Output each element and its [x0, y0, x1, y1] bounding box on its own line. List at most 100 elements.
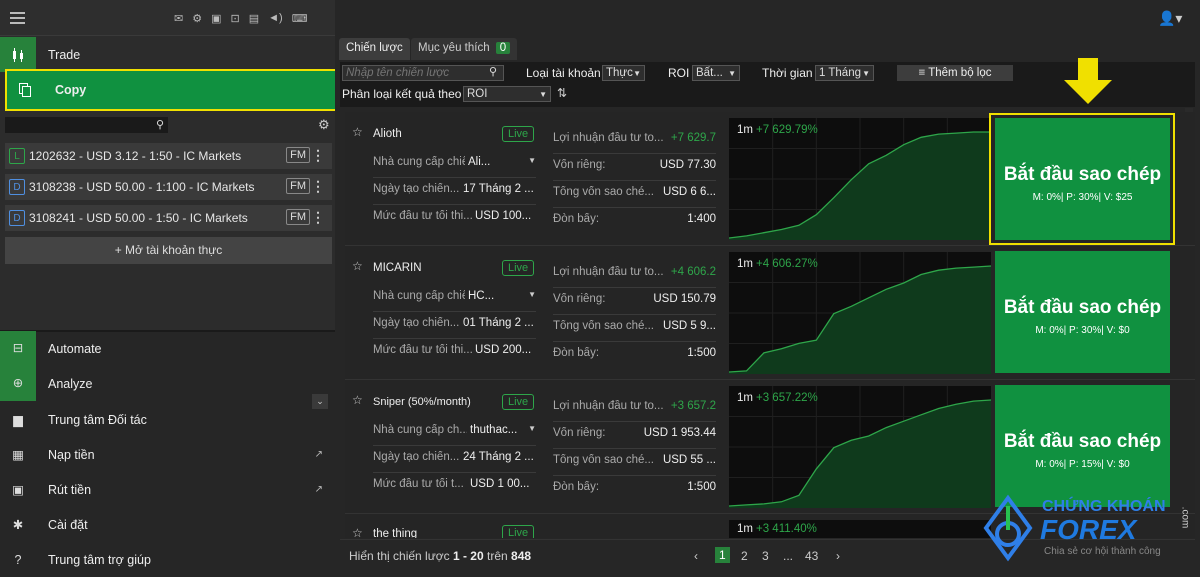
- page-3-button[interactable]: 3: [762, 549, 769, 563]
- provider-label: Nhà cung cấp ch...: [373, 424, 467, 436]
- equity-value: USD 77.30: [659, 159, 716, 171]
- dropdown-arrow-icon[interactable]: ▼: [528, 290, 536, 299]
- page-43-button[interactable]: 43: [805, 549, 818, 563]
- equity-value: USD 150.79: [653, 293, 716, 305]
- nav-trade[interactable]: Trade: [0, 37, 335, 72]
- hamburger-menu-icon[interactable]: [10, 12, 25, 24]
- nav-automate[interactable]: ⊟ Automate: [0, 331, 335, 366]
- favorite-star-icon[interactable]: ☆: [352, 259, 363, 273]
- account-type-label: Loại tài khoản: [526, 66, 601, 80]
- tab-strategies[interactable]: Chiến lược: [339, 38, 410, 60]
- user-profile-icon[interactable]: 👤▾: [1158, 10, 1182, 27]
- dropdown-arrow-icon[interactable]: ▼: [528, 424, 536, 433]
- nav-withdraw[interactable]: ▣ Rút tiền ↗: [0, 472, 335, 507]
- page-1-button[interactable]: 1: [715, 547, 730, 563]
- calendar-icon[interactable]: ▣: [211, 12, 221, 25]
- account-row[interactable]: L 1202632 - USD 3.12 - 1:50 - IC Markets…: [5, 143, 332, 169]
- more-options-icon[interactable]: ⋮: [311, 178, 325, 195]
- nav-analyze[interactable]: ⊕ Analyze: [0, 366, 335, 401]
- demo-account-icon: D: [9, 179, 25, 195]
- strategy-name[interactable]: Alioth: [373, 128, 402, 140]
- sort-direction-icon[interactable]: ⇅: [557, 86, 567, 100]
- tools-icon[interactable]: ⚙: [192, 12, 202, 25]
- layout-icon[interactable]: ▤: [249, 12, 259, 25]
- fm-badge[interactable]: FM: [286, 178, 310, 194]
- total-capital-value: USD 55 ...: [662, 454, 716, 466]
- screen-icon[interactable]: ⊡: [231, 12, 240, 25]
- settings-gear-icon[interactable]: ⚙: [318, 117, 330, 133]
- nav-settings[interactable]: ✱ Cài đặt: [0, 507, 335, 542]
- nav-help-center[interactable]: ? Trung tâm trợ giúp: [0, 542, 335, 577]
- nav-withdraw-label: Rút tiền: [48, 482, 92, 497]
- dropdown-arrow-icon: ▼: [862, 68, 870, 78]
- favorite-star-icon[interactable]: ☆: [352, 125, 363, 139]
- favorite-star-icon[interactable]: ☆: [352, 526, 363, 538]
- equity-chart[interactable]: 1m +7 629.79%: [728, 118, 991, 240]
- account-search-input[interactable]: ⚲: [5, 117, 168, 133]
- roi-select[interactable]: Bất... ▼: [692, 65, 740, 81]
- time-select[interactable]: 1 Tháng ▼: [815, 65, 874, 81]
- copy-settings: M: 0%| P: 30%| V: $25: [1032, 192, 1133, 203]
- add-filter-button[interactable]: ≡ Thêm bộ lọc: [897, 65, 1013, 81]
- wallet-icon: ▣: [12, 483, 24, 497]
- more-options-icon[interactable]: ⋮: [311, 209, 325, 226]
- pagination-range: 1 - 20: [452, 549, 484, 563]
- next-page-icon[interactable]: ›: [836, 549, 840, 563]
- brand-logo-icon: [983, 494, 1033, 562]
- profit-row: Lợi nhuận đầu tư to... +4 606.2: [553, 266, 716, 288]
- open-real-account-button[interactable]: + Mở tài khoản thực: [5, 237, 332, 264]
- fm-badge[interactable]: FM: [286, 209, 310, 225]
- dropdown-arrow-icon[interactable]: ▼: [528, 156, 536, 165]
- sound-icon[interactable]: ◄): [268, 12, 283, 25]
- min-invest-label: Mức đầu tư tối thi...: [373, 344, 473, 356]
- leverage-row: Đòn bẩy: 1:500: [553, 481, 716, 503]
- leverage-row: Đòn bẩy: 1:500: [553, 347, 716, 369]
- equity-chart[interactable]: 1m +4 606.27%: [728, 252, 992, 374]
- strategy-name[interactable]: Sniper (50%/month): [373, 396, 471, 408]
- strategy-search-input[interactable]: [342, 65, 504, 81]
- pagination-ellipsis: ...: [783, 549, 794, 563]
- profit-row: Lợi nhuận đầu tư to... +7 629.7: [553, 132, 716, 154]
- account-row[interactable]: D 3108238 - USD 50.00 - 1:100 - IC Marke…: [5, 174, 332, 200]
- sort-select[interactable]: ROI ▼: [463, 86, 551, 102]
- strategy-name[interactable]: MICARIN: [373, 262, 422, 274]
- equity-chart[interactable]: 1m +3 411.40%: [729, 520, 991, 538]
- account-row[interactable]: D 3108241 - USD 50.00 - 1:50 - IC Market…: [5, 205, 332, 231]
- start-copy-button[interactable]: Bắt đầu sao chép M: 0%| P: 30%| V: $25: [995, 118, 1170, 240]
- mail-icon[interactable]: ✉: [174, 12, 183, 25]
- leverage-label: Đòn bẩy:: [553, 213, 600, 225]
- prev-page-icon[interactable]: ‹: [694, 549, 698, 563]
- time-value: 1 Tháng: [819, 67, 861, 79]
- keyboard-icon[interactable]: ⌨: [292, 12, 308, 25]
- favorite-star-icon[interactable]: ☆: [352, 393, 363, 407]
- start-copy-button[interactable]: Bắt đầu sao chép M: 0%| P: 15%| V: $0: [995, 385, 1170, 507]
- time-label: Thời gian: [762, 66, 813, 80]
- filter-icon: ≡: [918, 67, 929, 79]
- min-invest-value: USD 200...: [475, 344, 532, 356]
- account-label: 1202632 - USD 3.12 - 1:50 - IC Markets: [29, 149, 242, 163]
- total-capital-value: USD 6 6...: [662, 186, 716, 198]
- fm-badge[interactable]: FM: [286, 147, 310, 163]
- nav-help-label: Trung tâm trợ giúp: [48, 552, 151, 567]
- chart-svg: [728, 386, 992, 508]
- start-copy-button[interactable]: Bắt đầu sao chép M: 0%| P: 30%| V: $0: [995, 251, 1170, 373]
- provider-value: HC...: [468, 290, 495, 302]
- equity-row: Vốn riêng: USD 77.30: [553, 159, 716, 181]
- chart-svg: [728, 118, 991, 240]
- created-value: 17 Tháng 2 ...: [463, 183, 534, 195]
- live-badge: Live: [502, 525, 535, 538]
- nav-partner-center[interactable]: ▆ Trung tâm Đối tác: [0, 402, 335, 437]
- strategy-name[interactable]: the thing: [373, 528, 417, 538]
- chart-return: +3 657.22%: [756, 392, 818, 404]
- created-row: Ngày tạo chiến... 24 Tháng 2 ...: [373, 451, 536, 473]
- page-2-button[interactable]: 2: [741, 549, 748, 563]
- total-capital-row: Tổng vốn sao ché... USD 6 6...: [553, 186, 716, 208]
- equity-chart[interactable]: 1m +3 657.22%: [728, 386, 992, 508]
- tab-favorites[interactable]: Mục yêu thích 0: [411, 38, 518, 60]
- account-type-select[interactable]: Thực ▼: [602, 65, 645, 81]
- created-label: Ngày tạo chiến...: [373, 451, 459, 463]
- nav-copy[interactable]: Copy: [5, 69, 338, 111]
- more-options-icon[interactable]: ⋮: [311, 147, 325, 164]
- start-copy-label: Bắt đầu sao chép: [1003, 297, 1162, 318]
- nav-deposit[interactable]: ▦ Nạp tiền ↗: [0, 437, 335, 472]
